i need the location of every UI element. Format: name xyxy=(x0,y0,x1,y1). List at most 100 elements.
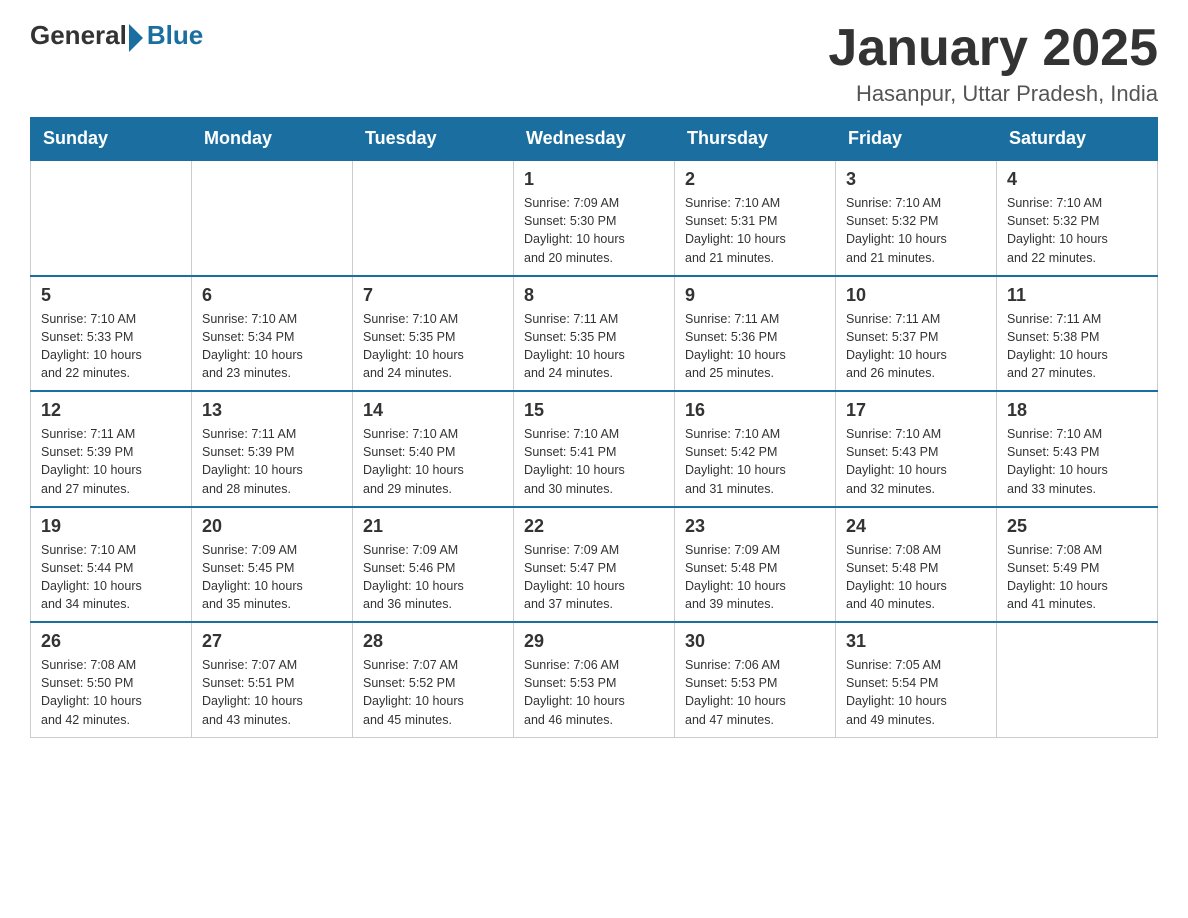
calendar-day-8: 8 Sunrise: 7:11 AM Sunset: 5:35 PM Daylig… xyxy=(514,276,675,392)
calendar-day-18: 18 Sunrise: 7:10 AM Sunset: 5:43 PM Dayli… xyxy=(997,391,1158,507)
calendar-day-24: 24 Sunrise: 7:08 AM Sunset: 5:48 PM Dayli… xyxy=(836,507,997,623)
day-number: 1 xyxy=(524,169,664,190)
logo-arrow-icon xyxy=(129,24,143,52)
day-number: 5 xyxy=(41,285,181,306)
weekday-header-sunday: Sunday xyxy=(31,118,192,161)
calendar-day-6: 6 Sunrise: 7:10 AM Sunset: 5:34 PM Daylig… xyxy=(192,276,353,392)
calendar-day-21: 21 Sunrise: 7:09 AM Sunset: 5:46 PM Dayli… xyxy=(353,507,514,623)
calendar-empty-cell xyxy=(192,160,353,276)
calendar-day-20: 20Sunrise: 7:09 AM Sunset: 5:45 PM Dayli… xyxy=(192,507,353,623)
calendar-day-19: 19 Sunrise: 7:10 AM Sunset: 5:44 PM Dayli… xyxy=(31,507,192,623)
day-info: Sunrise: 7:10 AM Sunset: 5:43 PM Dayligh… xyxy=(846,425,986,498)
day-number: 31 xyxy=(846,631,986,652)
calendar-day-15: 15Sunrise: 7:10 AM Sunset: 5:41 PM Dayli… xyxy=(514,391,675,507)
weekday-header-wednesday: Wednesday xyxy=(514,118,675,161)
day-number: 22 xyxy=(524,516,664,537)
calendar-day-13: 13 Sunrise: 7:11 AM Sunset: 5:39 PM Dayli… xyxy=(192,391,353,507)
day-info: Sunrise: 7:10 AM Sunset: 5:44 PM Dayligh… xyxy=(41,541,181,614)
day-info: Sunrise: 7:07 AM Sunset: 5:52 PM Dayligh… xyxy=(363,656,503,729)
calendar-week-row: 26 Sunrise: 7:08 AM Sunset: 5:50 PM Dayli… xyxy=(31,622,1158,737)
day-number: 10 xyxy=(846,285,986,306)
calendar-day-16: 16Sunrise: 7:10 AM Sunset: 5:42 PM Dayli… xyxy=(675,391,836,507)
day-number: 11 xyxy=(1007,285,1147,306)
calendar-day-3: 3Sunrise: 7:10 AM Sunset: 5:32 PM Daylig… xyxy=(836,160,997,276)
calendar-day-12: 12 Sunrise: 7:11 AM Sunset: 5:39 PM Dayli… xyxy=(31,391,192,507)
calendar-day-26: 26 Sunrise: 7:08 AM Sunset: 5:50 PM Dayli… xyxy=(31,622,192,737)
weekday-header-friday: Friday xyxy=(836,118,997,161)
day-info: Sunrise: 7:05 AM Sunset: 5:54 PM Dayligh… xyxy=(846,656,986,729)
day-number: 12 xyxy=(41,400,181,421)
day-number: 19 xyxy=(41,516,181,537)
day-number: 14 xyxy=(363,400,503,421)
calendar-day-4: 4 Sunrise: 7:10 AM Sunset: 5:32 PM Daylig… xyxy=(997,160,1158,276)
day-info: Sunrise: 7:10 AM Sunset: 5:32 PM Dayligh… xyxy=(846,194,986,267)
calendar-subtitle: Hasanpur, Uttar Pradesh, India xyxy=(828,81,1158,107)
weekday-header-monday: Monday xyxy=(192,118,353,161)
page-header: General Blue January 2025 Hasanpur, Utta… xyxy=(30,20,1158,107)
title-section: January 2025 Hasanpur, Uttar Pradesh, In… xyxy=(828,20,1158,107)
day-info: Sunrise: 7:06 AM Sunset: 5:53 PM Dayligh… xyxy=(685,656,825,729)
weekday-header-saturday: Saturday xyxy=(997,118,1158,161)
day-number: 15 xyxy=(524,400,664,421)
calendar-day-22: 22Sunrise: 7:09 AM Sunset: 5:47 PM Dayli… xyxy=(514,507,675,623)
day-info: Sunrise: 7:08 AM Sunset: 5:50 PM Dayligh… xyxy=(41,656,181,729)
day-info: Sunrise: 7:07 AM Sunset: 5:51 PM Dayligh… xyxy=(202,656,342,729)
calendar-day-23: 23 Sunrise: 7:09 AM Sunset: 5:48 PM Dayli… xyxy=(675,507,836,623)
calendar-week-row: 19 Sunrise: 7:10 AM Sunset: 5:44 PM Dayli… xyxy=(31,507,1158,623)
day-info: Sunrise: 7:09 AM Sunset: 5:30 PM Dayligh… xyxy=(524,194,664,267)
day-number: 6 xyxy=(202,285,342,306)
day-info: Sunrise: 7:11 AM Sunset: 5:37 PM Dayligh… xyxy=(846,310,986,383)
weekday-header-row: SundayMondayTuesdayWednesdayThursdayFrid… xyxy=(31,118,1158,161)
calendar-day-25: 25Sunrise: 7:08 AM Sunset: 5:49 PM Dayli… xyxy=(997,507,1158,623)
day-info: Sunrise: 7:10 AM Sunset: 5:40 PM Dayligh… xyxy=(363,425,503,498)
calendar-day-10: 10 Sunrise: 7:11 AM Sunset: 5:37 PM Dayli… xyxy=(836,276,997,392)
calendar-day-2: 2Sunrise: 7:10 AM Sunset: 5:31 PM Daylig… xyxy=(675,160,836,276)
calendar-table: SundayMondayTuesdayWednesdayThursdayFrid… xyxy=(30,117,1158,738)
day-number: 27 xyxy=(202,631,342,652)
day-number: 17 xyxy=(846,400,986,421)
day-number: 26 xyxy=(41,631,181,652)
day-number: 18 xyxy=(1007,400,1147,421)
day-number: 23 xyxy=(685,516,825,537)
calendar-day-5: 5 Sunrise: 7:10 AM Sunset: 5:33 PM Daylig… xyxy=(31,276,192,392)
calendar-week-row: 12 Sunrise: 7:11 AM Sunset: 5:39 PM Dayli… xyxy=(31,391,1158,507)
calendar-day-9: 9 Sunrise: 7:11 AM Sunset: 5:36 PM Daylig… xyxy=(675,276,836,392)
calendar-day-27: 27 Sunrise: 7:07 AM Sunset: 5:51 PM Dayli… xyxy=(192,622,353,737)
day-info: Sunrise: 7:10 AM Sunset: 5:43 PM Dayligh… xyxy=(1007,425,1147,498)
day-info: Sunrise: 7:11 AM Sunset: 5:35 PM Dayligh… xyxy=(524,310,664,383)
calendar-day-31: 31 Sunrise: 7:05 AM Sunset: 5:54 PM Dayli… xyxy=(836,622,997,737)
calendar-title: January 2025 xyxy=(828,20,1158,77)
day-number: 24 xyxy=(846,516,986,537)
day-number: 4 xyxy=(1007,169,1147,190)
day-info: Sunrise: 7:10 AM Sunset: 5:33 PM Dayligh… xyxy=(41,310,181,383)
day-info: Sunrise: 7:09 AM Sunset: 5:46 PM Dayligh… xyxy=(363,541,503,614)
day-info: Sunrise: 7:10 AM Sunset: 5:35 PM Dayligh… xyxy=(363,310,503,383)
calendar-day-28: 28Sunrise: 7:07 AM Sunset: 5:52 PM Dayli… xyxy=(353,622,514,737)
calendar-day-30: 30 Sunrise: 7:06 AM Sunset: 5:53 PM Dayli… xyxy=(675,622,836,737)
day-number: 7 xyxy=(363,285,503,306)
logo-text-general: General xyxy=(30,20,127,51)
calendar-day-14: 14 Sunrise: 7:10 AM Sunset: 5:40 PM Dayli… xyxy=(353,391,514,507)
day-info: Sunrise: 7:11 AM Sunset: 5:36 PM Dayligh… xyxy=(685,310,825,383)
weekday-header-tuesday: Tuesday xyxy=(353,118,514,161)
calendar-day-1: 1 Sunrise: 7:09 AM Sunset: 5:30 PM Daylig… xyxy=(514,160,675,276)
day-number: 8 xyxy=(524,285,664,306)
day-info: Sunrise: 7:08 AM Sunset: 5:48 PM Dayligh… xyxy=(846,541,986,614)
day-info: Sunrise: 7:11 AM Sunset: 5:39 PM Dayligh… xyxy=(202,425,342,498)
day-info: Sunrise: 7:10 AM Sunset: 5:34 PM Dayligh… xyxy=(202,310,342,383)
calendar-week-row: 5 Sunrise: 7:10 AM Sunset: 5:33 PM Daylig… xyxy=(31,276,1158,392)
calendar-day-29: 29Sunrise: 7:06 AM Sunset: 5:53 PM Dayli… xyxy=(514,622,675,737)
day-number: 21 xyxy=(363,516,503,537)
day-info: Sunrise: 7:09 AM Sunset: 5:45 PM Dayligh… xyxy=(202,541,342,614)
day-info: Sunrise: 7:09 AM Sunset: 5:48 PM Dayligh… xyxy=(685,541,825,614)
logo: General Blue xyxy=(30,20,203,51)
calendar-empty-cell xyxy=(31,160,192,276)
calendar-empty-cell xyxy=(997,622,1158,737)
day-number: 9 xyxy=(685,285,825,306)
day-info: Sunrise: 7:10 AM Sunset: 5:32 PM Dayligh… xyxy=(1007,194,1147,267)
day-number: 2 xyxy=(685,169,825,190)
day-number: 13 xyxy=(202,400,342,421)
day-info: Sunrise: 7:11 AM Sunset: 5:39 PM Dayligh… xyxy=(41,425,181,498)
weekday-header-thursday: Thursday xyxy=(675,118,836,161)
day-number: 30 xyxy=(685,631,825,652)
